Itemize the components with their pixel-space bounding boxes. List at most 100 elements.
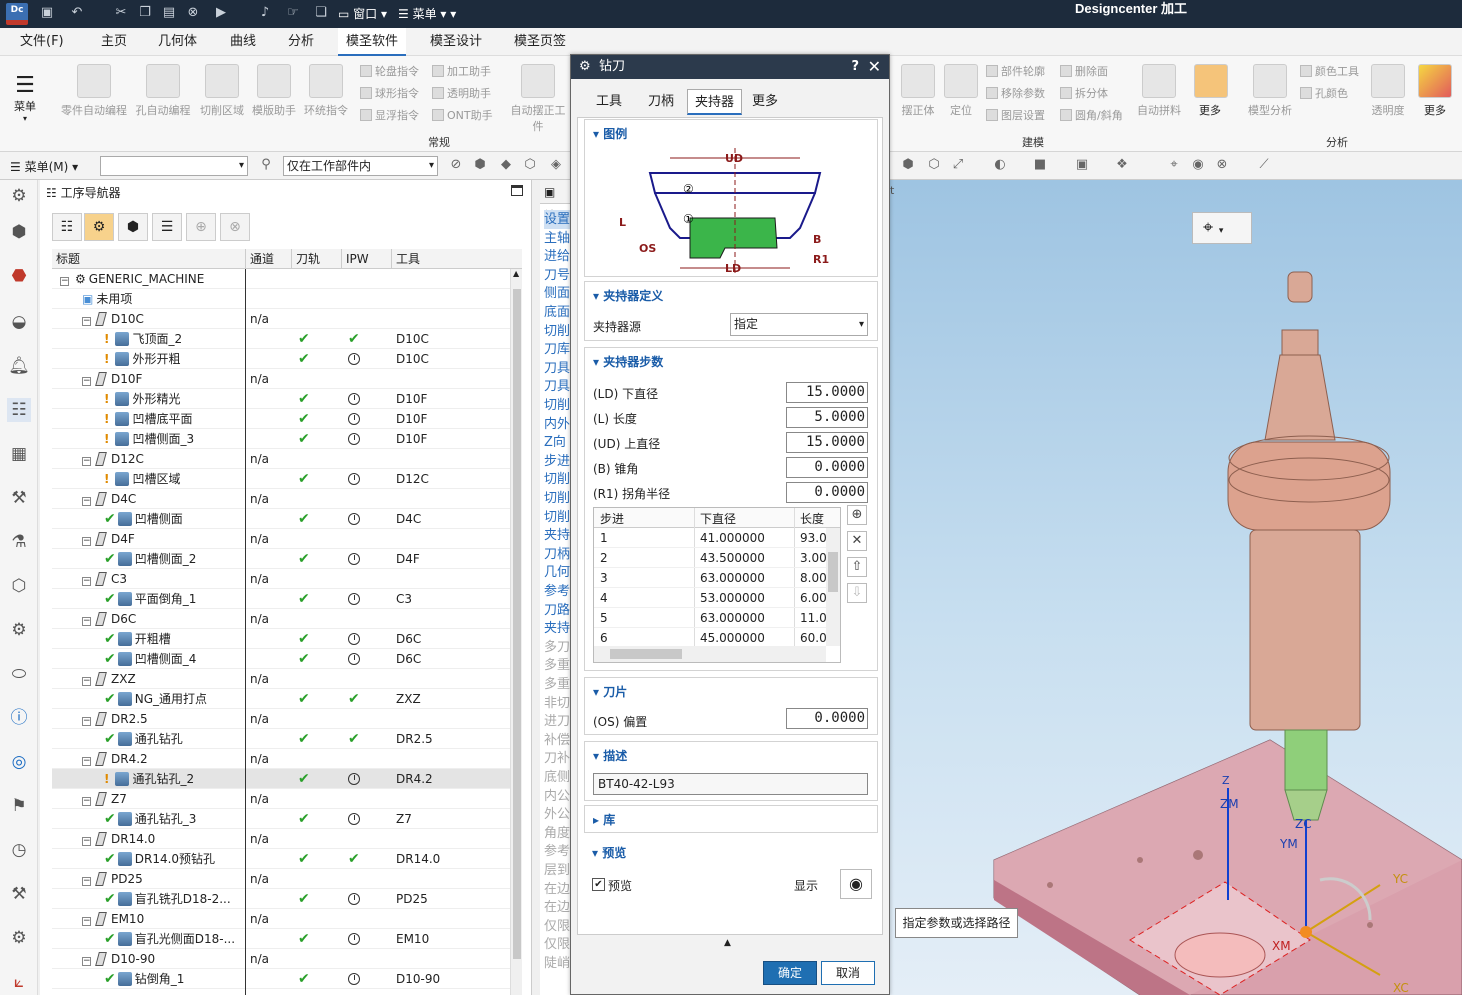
body-select-icon[interactable]: ⬢ [472,157,488,173]
operation-row[interactable]: ! 外形开粗 ✔ D10C [52,349,510,369]
step-row[interactable]: 2 43.500000 3.00 [594,548,827,568]
show-eye-button[interactable]: ◉ [840,869,872,899]
expand-toggle-icon[interactable]: − [82,837,91,846]
close-icon[interactable]: ✕ [868,55,881,79]
operation-row[interactable]: ✔ 通孔钻孔_3 ✔ Z7 [52,809,510,829]
ok-button[interactable]: 确定 [763,961,817,985]
legend-header[interactable]: 图例 [593,125,627,142]
touch-icon[interactable]: ☞ [284,4,302,22]
expand-toggle-icon[interactable]: − [82,617,91,626]
part-navigator-icon[interactable]: ⬢ [7,220,31,244]
remove-params[interactable]: 移除参数 [986,84,1045,104]
expand-toggle-icon[interactable]: − [82,677,91,686]
remove-button[interactable]: ⊗ [220,213,250,241]
operation-row[interactable]: ! 凹槽区域 ✔ D12C [52,469,510,489]
auto-align-button[interactable]: 自动摆正工件 [506,64,570,134]
web-icon[interactable]: ◎ [7,750,31,774]
operation-row[interactable]: ✔ 开粗槽 ✔ D6C [52,629,510,649]
transparent-helper[interactable]: 透明助手 [432,84,491,104]
operation-row[interactable]: ✔ 凹槽侧面_2 ✔ D4F [52,549,510,569]
type-filter-select[interactable] [100,156,248,176]
delete-step-button[interactable]: ✕ [847,531,867,551]
toolbar-menu-button[interactable]: ☰ 菜单(M) ▾ [10,158,78,175]
settings-icon[interactable]: ⚙ [7,184,31,208]
tool-group-row[interactable]: − D6C n/a [52,609,510,629]
step-row[interactable]: 3 63.000000 8.00 [594,568,827,588]
hide-icon[interactable]: ⊗ [1214,157,1230,173]
assembly-icon[interactable]: ⬣ [7,264,31,288]
align-body-button[interactable]: 摆正体 [898,64,938,118]
operation-row[interactable]: ✔ 凹槽侧面_4 ✔ D6C [52,649,510,669]
window-menu[interactable]: ▭ 窗口 ▾ [338,5,387,22]
table-row[interactable]: − ⚙ GENERIC_MACHINE [52,269,510,289]
model-analysis-button[interactable]: 模型分析 [1244,64,1296,118]
tool-group-row[interactable]: − PD25 n/a [52,869,510,889]
tool-library-icon[interactable]: ⚒ [7,882,31,906]
color-tool[interactable]: 颜色工具 [1300,62,1359,82]
no-select-icon[interactable]: ⊘ [448,157,464,173]
delete-face[interactable]: 删除面 [1060,62,1108,82]
loop-command-button[interactable]: 环统指令 [302,64,350,118]
scroll-up-icon[interactable]: ▲ [513,269,519,278]
view-cube-icon[interactable]: ⬢ [900,157,916,173]
operation-row[interactable]: ! 凹槽侧面_3 ✔ D10F [52,429,510,449]
machining-helper[interactable]: 加工助手 [432,62,491,82]
tool-group-row[interactable]: − D10-90 n/a [52,949,510,969]
bell-icon[interactable]: 🔔︎ [7,354,31,378]
operation-row[interactable]: ✔ 盲孔铣孔D18-2... ✔ PD25 [52,889,510,909]
measure-icon[interactable]: ⟋ [1256,157,1272,173]
dialog-title-bar[interactable]: ⚙ 钻刀 ? ✕ [571,55,889,79]
feature-icon[interactable]: ◒ [7,310,31,334]
part-auto-program-button[interactable]: 零件自动编程 [58,64,130,118]
tab-shank[interactable]: 刀柄 [641,89,681,115]
param-input[interactable]: 0.0000 [786,482,868,503]
operation-row[interactable]: ✔ NG_通用打点 ✔ ✔ ZXZ [52,689,510,709]
history-icon[interactable]: ◷ [7,838,31,862]
operation-row[interactable]: ✔ 钻倒角_1 ✔ D10-90 [52,969,510,989]
cylinder-icon[interactable]: ⬭ [7,662,31,686]
col-tool[interactable]: 工具 [392,249,522,269]
library-header[interactable]: 库 [593,811,615,828]
tab-tool[interactable]: 工具 [589,89,629,115]
operation-row[interactable]: ✔ 凹槽侧面 ✔ D4C [52,509,510,529]
ribbon-menu-button[interactable]: ☰ 菜单 ▾ [10,74,40,124]
description-input[interactable]: BT40-42-L93 [593,773,868,795]
cut-area-button[interactable]: 切削区域 [196,64,248,118]
fit-icon[interactable]: ⤢ [950,157,966,173]
col-length[interactable]: 长度 [800,510,824,527]
col-step[interactable]: 步进 [600,510,624,527]
layer-settings[interactable]: 图层设置 [986,106,1045,126]
ball-command[interactable]: 球形指令 [360,84,419,104]
add-button[interactable]: ⊕ [186,213,216,241]
machine-tool-icon[interactable]: ⚒ [7,486,31,510]
tool-group-row[interactable]: − D4F n/a [52,529,510,549]
tab-file[interactable]: 文件(F) [12,28,72,56]
app-title[interactable]: Designcenter 加工 [1075,0,1187,17]
col-toolpath[interactable]: 刀轨 [292,249,342,269]
expand-toggle-icon[interactable]: − [82,717,91,726]
col-lower-dia[interactable]: 下直径 [700,510,736,527]
fixture-icon[interactable]: ⚑ [7,794,31,818]
holder-steps-header[interactable]: 夹持器步数 [593,353,663,370]
wire-icon[interactable]: ▣ [1074,157,1090,173]
scroll-thumb[interactable] [513,289,521,959]
cancel-button[interactable]: 取消 [821,961,875,985]
collapse-arrow-icon[interactable]: ▲ [724,938,731,948]
undo-icon[interactable]: ↶ [68,4,86,22]
move-up-button[interactable]: ⇧ [847,557,867,577]
part-outline[interactable]: 部件轮廓 [986,62,1045,82]
tab-mosheng-page[interactable]: 模圣页签 [506,28,574,56]
tab-holder[interactable]: 夹持器 [687,89,743,115]
save-icon[interactable]: ▣ [38,4,56,22]
delete-icon[interactable]: ⊗ [184,4,202,22]
hole-auto-program-button[interactable]: 孔自动编程 [132,64,194,118]
operation-row[interactable]: ✔ 盲孔光侧面D18-... ✔ EM10 [52,929,510,949]
move-down-button[interactable]: ⇩ [847,583,867,603]
param-input[interactable]: 15.0000 [786,382,868,403]
tab-analysis[interactable]: 分析 [280,28,322,56]
render-icon[interactable]: ◐ [992,157,1008,173]
more-button-2[interactable]: 更多 [1418,64,1452,118]
menu-dropdown[interactable]: ☰ 菜单 ▾ ▾ [398,5,456,22]
expand-toggle-icon[interactable]: − [82,317,91,326]
expand-toggle-icon[interactable]: − [82,917,91,926]
